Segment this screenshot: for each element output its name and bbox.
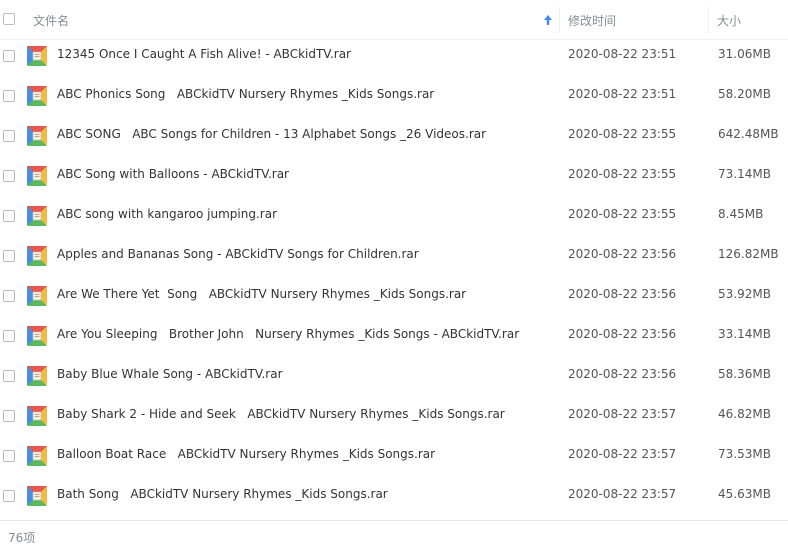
file-row[interactable]: 12345 Once I Caught A Fish Alive! - ABCk… (0, 36, 788, 76)
rar-archive-icon (27, 446, 47, 466)
file-name[interactable]: Bath Song ABCkidTV Nursery Rhymes _Kids … (57, 487, 388, 501)
file-row[interactable]: Baby Blue Whale Song - ABCkidTV.rar 2020… (0, 356, 788, 396)
file-name[interactable]: ABC Phonics Song ABCkidTV Nursery Rhymes… (57, 87, 434, 101)
row-checkbox[interactable] (3, 90, 15, 102)
file-modified-time: 2020-08-22 23:55 (568, 127, 677, 141)
row-checkbox[interactable] (3, 370, 15, 382)
file-row[interactable]: Are We There Yet Song ABCkidTV Nursery R… (0, 276, 788, 316)
sort-ascending-icon[interactable] (543, 14, 553, 26)
file-modified-time: 2020-08-22 23:56 (568, 327, 677, 341)
row-checkbox[interactable] (3, 330, 15, 342)
item-count: 76项 (8, 531, 36, 545)
file-size: 58.36MB (718, 367, 771, 381)
file-name[interactable]: Are We There Yet Song ABCkidTV Nursery R… (57, 287, 466, 301)
file-size: 8.45MB (718, 207, 764, 221)
rar-archive-icon (27, 86, 47, 106)
file-size: 53.92MB (718, 287, 771, 301)
file-modified-time: 2020-08-22 23:56 (568, 367, 677, 381)
row-checkbox[interactable] (3, 410, 15, 422)
file-modified-time: 2020-08-22 23:51 (568, 47, 677, 61)
file-modified-time: 2020-08-22 23:57 (568, 447, 677, 461)
rar-archive-icon (27, 166, 47, 186)
rar-archive-icon (27, 286, 47, 306)
row-checkbox[interactable] (3, 210, 15, 222)
column-header-name[interactable]: 文件名 (33, 12, 69, 29)
file-name[interactable]: Balloon Boat Race ABCkidTV Nursery Rhyme… (57, 447, 435, 461)
footer-divider (0, 520, 788, 521)
rar-archive-icon (27, 366, 47, 386)
file-name[interactable]: Are You Sleeping Brother John Nursery Rh… (57, 327, 519, 341)
file-size: 642.48MB (718, 127, 779, 141)
row-checkbox[interactable] (3, 130, 15, 142)
file-name[interactable]: ABC song with kangaroo jumping.rar (57, 207, 277, 221)
column-separator[interactable] (559, 6, 560, 34)
file-row[interactable]: Bath Song ABCkidTV Nursery Rhymes _Kids … (0, 476, 788, 516)
file-size: 73.14MB (718, 167, 771, 181)
column-header-size[interactable]: 大小 (717, 12, 741, 29)
file-row[interactable]: Baby Shark 2 - Hide and Seek ABCkidTV Nu… (0, 396, 788, 436)
file-size: 126.82MB (718, 247, 779, 261)
rar-archive-icon (27, 246, 47, 266)
file-name[interactable]: ABC SONG ABC Songs for Children - 13 Alp… (57, 127, 486, 141)
row-checkbox[interactable] (3, 490, 15, 502)
rar-archive-icon (27, 206, 47, 226)
file-name[interactable]: 12345 Once I Caught A Fish Alive! - ABCk… (57, 47, 351, 61)
file-name[interactable]: Baby Shark 2 - Hide and Seek ABCkidTV Nu… (57, 407, 505, 421)
row-checkbox[interactable] (3, 50, 15, 62)
rar-archive-icon (27, 126, 47, 146)
file-modified-time: 2020-08-22 23:55 (568, 167, 677, 181)
file-row[interactable]: Balloon Boat Race ABCkidTV Nursery Rhyme… (0, 436, 788, 476)
file-size: 73.53MB (718, 447, 771, 461)
file-row[interactable]: ABC Phonics Song ABCkidTV Nursery Rhymes… (0, 76, 788, 116)
file-modified-time: 2020-08-22 23:56 (568, 287, 677, 301)
row-checkbox[interactable] (3, 450, 15, 462)
file-name[interactable]: Baby Blue Whale Song - ABCkidTV.rar (57, 367, 283, 381)
file-size: 31.06MB (718, 47, 771, 61)
file-list-header: 文件名 修改时间 大小 (0, 0, 788, 40)
row-checkbox[interactable] (3, 290, 15, 302)
file-row[interactable]: ABC SONG ABC Songs for Children - 13 Alp… (0, 116, 788, 156)
rar-archive-icon (27, 326, 47, 346)
file-modified-time: 2020-08-22 23:57 (568, 407, 677, 421)
file-row[interactable]: ABC Song with Balloons - ABCkidTV.rar 20… (0, 156, 788, 196)
file-size: 33.14MB (718, 327, 771, 341)
file-size: 45.63MB (718, 487, 771, 501)
file-modified-time: 2020-08-22 23:51 (568, 87, 677, 101)
file-name[interactable]: Apples and Bananas Song - ABCkidTV Songs… (57, 247, 419, 261)
file-size: 46.82MB (718, 407, 771, 421)
file-size: 58.20MB (718, 87, 771, 101)
file-list: 12345 Once I Caught A Fish Alive! - ABCk… (0, 36, 788, 516)
file-row[interactable]: ABC song with kangaroo jumping.rar 2020-… (0, 196, 788, 236)
file-name[interactable]: ABC Song with Balloons - ABCkidTV.rar (57, 167, 289, 181)
file-modified-time: 2020-08-22 23:56 (568, 247, 677, 261)
row-checkbox[interactable] (3, 170, 15, 182)
column-separator[interactable] (708, 6, 709, 34)
row-checkbox[interactable] (3, 250, 15, 262)
rar-archive-icon (27, 486, 47, 506)
select-all-checkbox[interactable] (3, 13, 15, 25)
column-header-date[interactable]: 修改时间 (568, 12, 616, 29)
rar-archive-icon (27, 406, 47, 426)
file-row[interactable]: Are You Sleeping Brother John Nursery Rh… (0, 316, 788, 356)
file-row[interactable]: Apples and Bananas Song - ABCkidTV Songs… (0, 236, 788, 276)
file-modified-time: 2020-08-22 23:57 (568, 487, 677, 501)
rar-archive-icon (27, 46, 47, 66)
file-modified-time: 2020-08-22 23:55 (568, 207, 677, 221)
